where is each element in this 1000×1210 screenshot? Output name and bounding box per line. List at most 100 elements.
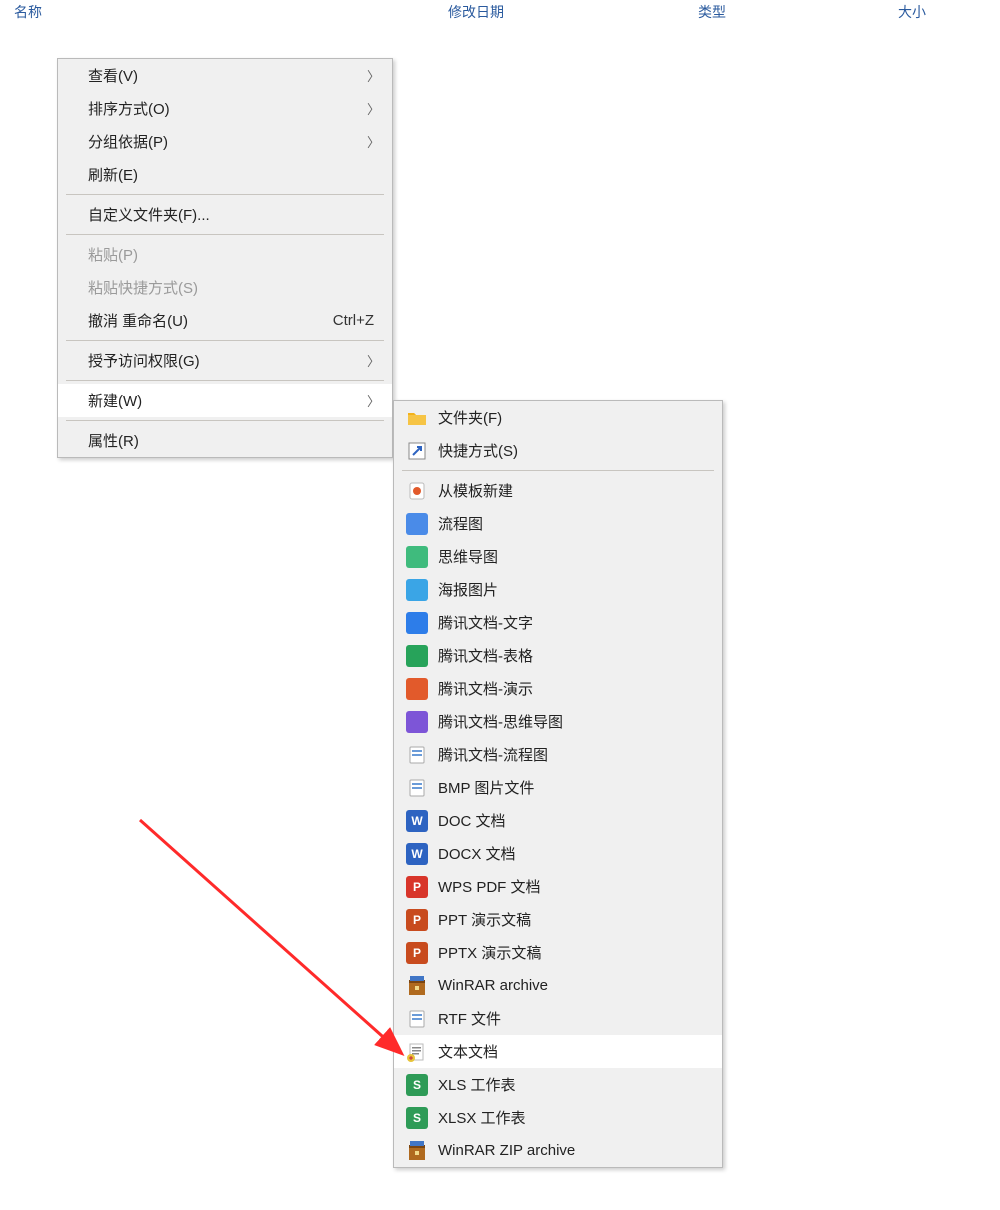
zip-icon: [406, 1140, 428, 1162]
submenu-label: 海报图片: [438, 579, 712, 600]
submenu-item-mindmap[interactable]: 思维导图: [394, 540, 722, 573]
submenu-label: 流程图: [438, 513, 712, 534]
menu-sort[interactable]: 排序方式(O) 〉: [58, 92, 392, 125]
menu-grant-access[interactable]: 授予访问权限(G) 〉: [58, 344, 392, 377]
menu-properties[interactable]: 属性(R): [58, 424, 392, 457]
menu-new[interactable]: 新建(W) 〉: [58, 384, 392, 417]
menu-paste-shortcut: 粘贴快捷方式(S): [58, 271, 392, 304]
annotation-arrow: [130, 810, 420, 1070]
template-icon: [406, 480, 428, 502]
col-name[interactable]: 名称: [0, 2, 448, 20]
menu-shortcut: Ctrl+Z: [333, 312, 374, 329]
menu-separator: [66, 234, 384, 235]
submenu-item-xls[interactable]: S XLS 工作表: [394, 1068, 722, 1101]
menu-label: 粘贴快捷方式(S): [88, 277, 382, 298]
menu-group[interactable]: 分组依据(P) 〉: [58, 125, 392, 158]
submenu-label: XLS 工作表: [438, 1074, 712, 1095]
submenu-label: WinRAR archive: [438, 977, 712, 994]
submenu-label: 快捷方式(S): [438, 440, 712, 461]
new-submenu: 文件夹(F)快捷方式(S)从模板新建流程图思维导图海报图片腾讯文档-文字腾讯文档…: [393, 400, 723, 1168]
submenu-item-tencent-flow[interactable]: 腾讯文档-流程图: [394, 738, 722, 771]
submenu-item-txt[interactable]: 文本文档: [394, 1035, 722, 1068]
submenu-label: BMP 图片文件: [438, 777, 712, 798]
submenu-item-tencent-doc[interactable]: 腾讯文档-文字: [394, 606, 722, 639]
submenu-label: 思维导图: [438, 546, 712, 567]
tencent-sheet-icon: [406, 645, 428, 667]
submenu-item-flowchart[interactable]: 流程图: [394, 507, 722, 540]
poster-icon: [406, 579, 428, 601]
submenu-item-rar[interactable]: WinRAR archive: [394, 969, 722, 1002]
rtf-icon: [406, 1008, 428, 1030]
menu-separator: [66, 340, 384, 341]
menu-view[interactable]: 查看(V) 〉: [58, 59, 392, 92]
submenu-label: DOCX 文档: [438, 843, 712, 864]
menu-paste: 粘贴(P): [58, 238, 392, 271]
menu-label: 新建(W): [88, 390, 367, 411]
menu-separator: [66, 194, 384, 195]
submenu-item-xlsx[interactable]: S XLSX 工作表: [394, 1101, 722, 1134]
submenu-label: 腾讯文档-文字: [438, 612, 712, 633]
submenu-item-docx[interactable]: W DOCX 文档: [394, 837, 722, 870]
tencent-doc-icon: [406, 612, 428, 634]
bmp-icon: [406, 777, 428, 799]
submenu-item-bmp[interactable]: BMP 图片文件: [394, 771, 722, 804]
submenu-item-tencent-mind[interactable]: 腾讯文档-思维导图: [394, 705, 722, 738]
submenu-item-rtf[interactable]: RTF 文件: [394, 1002, 722, 1035]
menu-label: 属性(R): [88, 430, 382, 451]
wps-pdf-icon: P: [406, 876, 428, 898]
menu-refresh[interactable]: 刷新(E): [58, 158, 392, 191]
menu-undo[interactable]: 撤消 重命名(U) Ctrl+Z: [58, 304, 392, 337]
submenu-item-zip[interactable]: WinRAR ZIP archive: [394, 1134, 722, 1167]
menu-label: 授予访问权限(G): [88, 350, 367, 371]
submenu-label: PPTX 演示文稿: [438, 942, 712, 963]
xlsx-icon: S: [406, 1107, 428, 1129]
menu-label: 撤消 重命名(U): [88, 310, 333, 331]
submenu-item-ppt[interactable]: PPPT 演示文稿: [394, 903, 722, 936]
chevron-right-icon: 〉: [367, 132, 380, 151]
menu-customize-folder[interactable]: 自定义文件夹(F)...: [58, 198, 392, 231]
chevron-right-icon: 〉: [367, 99, 380, 118]
submenu-label: XLSX 工作表: [438, 1107, 712, 1128]
shortcut-icon: [406, 440, 428, 462]
menu-label: 粘贴(P): [88, 244, 382, 265]
submenu-item-doc[interactable]: W DOC 文档: [394, 804, 722, 837]
submenu-item-folder[interactable]: 文件夹(F): [394, 401, 722, 434]
chevron-right-icon: 〉: [367, 391, 380, 410]
submenu-label: 腾讯文档-思维导图: [438, 711, 712, 732]
ppt-icon: P: [406, 909, 428, 931]
flowchart-icon: [406, 513, 428, 535]
submenu-label: 文件夹(F): [438, 407, 712, 428]
menu-separator: [66, 420, 384, 421]
rar-icon: [406, 975, 428, 997]
menu-label: 查看(V): [88, 65, 367, 86]
tencent-mind-icon: [406, 711, 428, 733]
col-size[interactable]: 大小: [898, 2, 1000, 20]
submenu-item-pptx[interactable]: PPPTX 演示文稿: [394, 936, 722, 969]
submenu-item-tencent-sheet[interactable]: 腾讯文档-表格: [394, 639, 722, 672]
submenu-label: DOC 文档: [438, 810, 712, 831]
submenu-item-poster[interactable]: 海报图片: [394, 573, 722, 606]
menu-label: 自定义文件夹(F)...: [88, 204, 382, 225]
xls-icon: S: [406, 1074, 428, 1096]
submenu-item-tencent-ppt[interactable]: 腾讯文档-演示: [394, 672, 722, 705]
submenu-item-template[interactable]: 从模板新建: [394, 474, 722, 507]
chevron-right-icon: 〉: [367, 351, 380, 370]
col-date[interactable]: 修改日期: [448, 2, 698, 20]
submenu-item-wps-pdf[interactable]: P WPS PDF 文档: [394, 870, 722, 903]
context-menu: 查看(V) 〉 排序方式(O) 〉 分组依据(P) 〉 刷新(E) 自定义文件夹…: [57, 58, 393, 458]
txt-icon: [406, 1041, 428, 1063]
submenu-item-shortcut[interactable]: 快捷方式(S): [394, 434, 722, 467]
column-headers: 名称 修改日期 类型 大小: [0, 0, 1000, 20]
submenu-label: WPS PDF 文档: [438, 876, 712, 897]
submenu-label: WinRAR ZIP archive: [438, 1142, 712, 1159]
tencent-ppt-icon: [406, 678, 428, 700]
submenu-label: 文本文档: [438, 1041, 712, 1062]
menu-label: 分组依据(P): [88, 131, 367, 152]
col-type[interactable]: 类型: [698, 2, 898, 20]
submenu-label: 腾讯文档-表格: [438, 645, 712, 666]
doc-icon: W: [406, 810, 428, 832]
docx-icon: W: [406, 843, 428, 865]
menu-label: 排序方式(O): [88, 98, 367, 119]
folder-icon: [406, 407, 428, 429]
menu-separator: [66, 380, 384, 381]
